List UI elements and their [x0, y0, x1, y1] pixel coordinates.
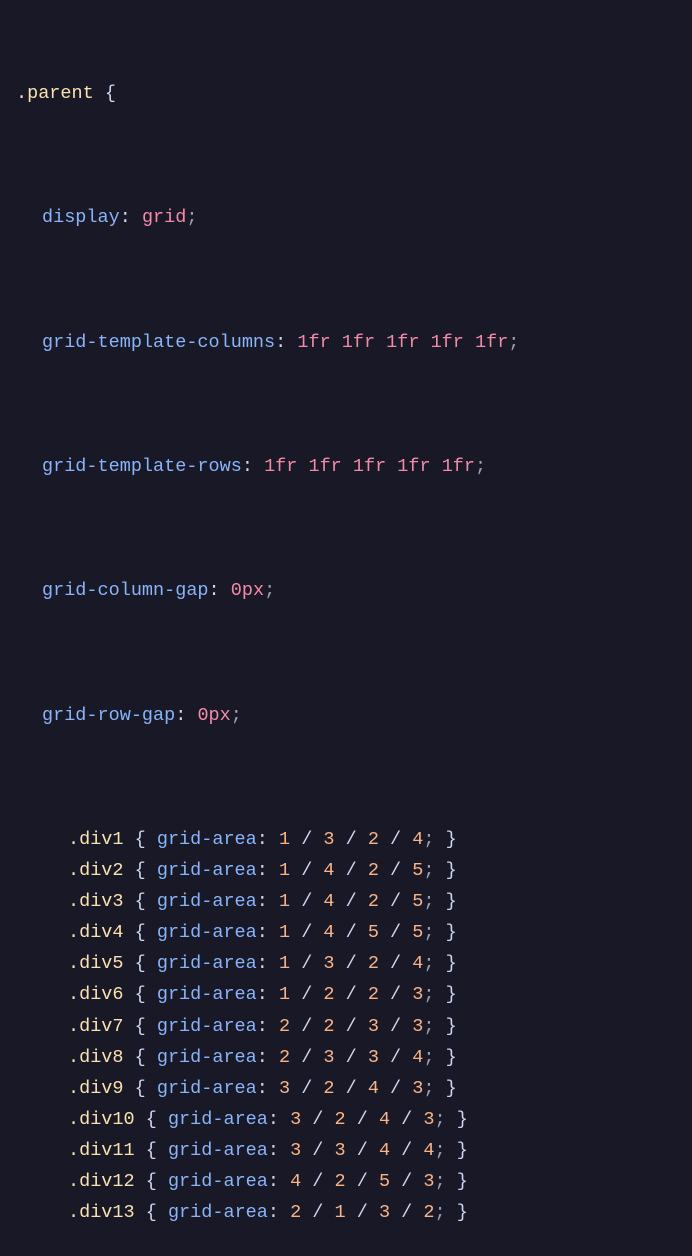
nested-selector: .div1	[68, 829, 124, 850]
nested-selector: .div11	[68, 1140, 135, 1161]
nested-selector: .div3	[68, 891, 124, 912]
brace-open: {	[105, 83, 116, 104]
nested-rule: .div3 { grid-area: 1 / 4 / 2 / 5; }	[16, 886, 676, 917]
decl-grid-template-rows: grid-template-rows: 1fr 1fr 1fr 1fr 1fr;	[16, 451, 676, 482]
nested-rule: .div4 { grid-area: 1 / 4 / 5 / 5; }	[16, 917, 676, 948]
nested-rule: .div2 { grid-area: 1 / 4 / 2 / 5; }	[16, 855, 676, 886]
nested-rule: .div9 { grid-area: 3 / 2 / 4 / 3; }	[16, 1073, 676, 1104]
nested-rule: .div8 { grid-area: 2 / 3 / 3 / 4; }	[16, 1042, 676, 1073]
nested-selector: .div7	[68, 1016, 124, 1037]
nested-selector: .div12	[68, 1171, 135, 1192]
nested-rule: .div13 { grid-area: 2 / 1 / 3 / 2; }	[16, 1197, 676, 1228]
rule-parent: .parent {	[16, 78, 676, 109]
decl-grid-template-columns: grid-template-columns: 1fr 1fr 1fr 1fr 1…	[16, 327, 676, 358]
nested-selector: .div4	[68, 922, 124, 943]
selector-parent: .parent	[16, 83, 94, 104]
nested-rule: .div7 { grid-area: 2 / 2 / 3 / 3; }	[16, 1011, 676, 1042]
nested-selector: .div5	[68, 953, 124, 974]
decl-grid-row-gap: grid-row-gap: 0px;	[16, 700, 676, 731]
nested-selector: .div2	[68, 860, 124, 881]
nested-selector: .div9	[68, 1078, 124, 1099]
nested-rule: .div11 { grid-area: 3 / 3 / 4 / 4; }	[16, 1135, 676, 1166]
nested-rule: .div5 { grid-area: 1 / 3 / 2 / 4; }	[16, 948, 676, 979]
nested-rule: .div10 { grid-area: 3 / 2 / 4 / 3; }	[16, 1104, 676, 1135]
nested-rule: .div1 { grid-area: 1 / 3 / 2 / 4; }	[16, 824, 676, 855]
decl-display: display: grid;	[16, 202, 676, 233]
nested-selector: .div8	[68, 1047, 124, 1068]
nested-rule: .div12 { grid-area: 4 / 2 / 5 / 3; }	[16, 1166, 676, 1197]
nested-rule: .div6 { grid-area: 1 / 2 / 2 / 3; }	[16, 979, 676, 1010]
nested-selector: .div6	[68, 984, 124, 1005]
nested-selector: .div10	[68, 1109, 135, 1130]
nested-selector: .div13	[68, 1202, 135, 1223]
decl-grid-column-gap: grid-column-gap: 0px;	[16, 575, 676, 606]
code-block: .parent { display: grid; grid-template-c…	[16, 16, 676, 1256]
